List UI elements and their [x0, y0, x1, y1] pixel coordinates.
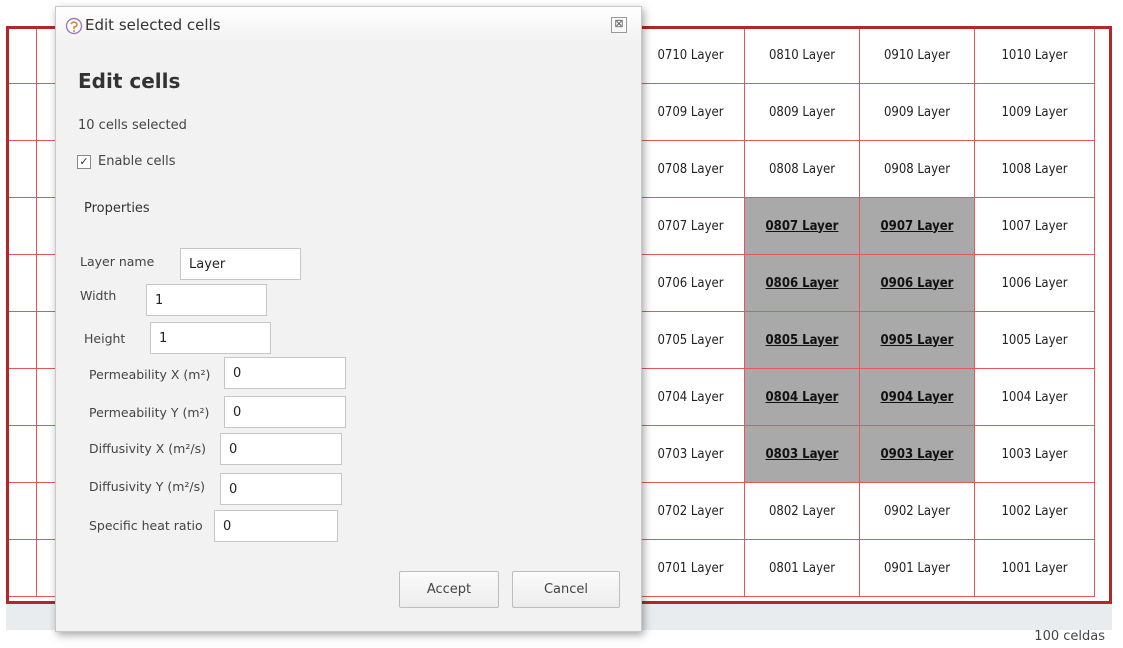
- grid-cell[interactable]: 0906 Layer: [859, 254, 975, 312]
- diffusivity-y-label: Diffusivity Y (m²/s): [89, 479, 206, 494]
- permeability-y-input[interactable]: [224, 396, 346, 428]
- grid-cell[interactable]: 0706 Layer: [636, 254, 745, 312]
- grid-cell[interactable]: 1007 Layer: [974, 197, 1095, 255]
- grid-cell[interactable]: 1010 Layer: [974, 29, 1095, 84]
- grid-cell[interactable]: 0708 Layer: [636, 140, 745, 198]
- dialog-title: Edit selected cells: [85, 16, 221, 34]
- enable-cells-checkbox[interactable]: ✓: [77, 155, 91, 169]
- permeability-y-label: Permeability Y (m²): [89, 405, 210, 420]
- accept-button[interactable]: Accept: [399, 571, 499, 608]
- grid-cell[interactable]: 0804 Layer: [744, 368, 860, 426]
- grid-cell[interactable]: 0908 Layer: [859, 140, 975, 198]
- grid-cell[interactable]: [9, 539, 37, 597]
- enable-cells-label[interactable]: Enable cells: [98, 154, 176, 169]
- grid-cell[interactable]: 0703 Layer: [636, 425, 745, 483]
- grid-cell[interactable]: 0802 Layer: [744, 482, 860, 540]
- grid-cell[interactable]: 0808 Layer: [744, 140, 860, 198]
- grid-cell[interactable]: [9, 425, 37, 483]
- dialog-titlebar[interactable]: Edit selected cells ⊠: [56, 7, 641, 45]
- grid-cell[interactable]: 0701 Layer: [636, 539, 745, 597]
- grid-cell[interactable]: 0901 Layer: [859, 539, 975, 597]
- grid-cell[interactable]: 0704 Layer: [636, 368, 745, 426]
- grid-cell[interactable]: 1002 Layer: [974, 482, 1095, 540]
- grid-cell[interactable]: [9, 83, 37, 141]
- layer-name-label: Layer name: [80, 254, 155, 269]
- height-input[interactable]: [150, 322, 271, 354]
- width-label: Width: [80, 288, 117, 303]
- cancel-button[interactable]: Cancel: [512, 571, 620, 608]
- grid-cell[interactable]: [9, 368, 37, 426]
- diffusivity-x-input[interactable]: [220, 433, 342, 465]
- grid-cell[interactable]: 0705 Layer: [636, 311, 745, 369]
- grid-cell[interactable]: [9, 311, 37, 369]
- width-input[interactable]: [146, 284, 267, 316]
- grid-cell[interactable]: 0806 Layer: [744, 254, 860, 312]
- close-icon[interactable]: ⊠: [611, 17, 627, 33]
- grid-cell[interactable]: 0910 Layer: [859, 29, 975, 84]
- grid-cell[interactable]: [9, 482, 37, 540]
- grid-cell[interactable]: 1006 Layer: [974, 254, 1095, 312]
- diffusivity-x-label: Diffusivity X (m²/s): [89, 441, 206, 456]
- grid-cell[interactable]: 0810 Layer: [744, 29, 860, 84]
- grid-cell[interactable]: [9, 197, 37, 255]
- grid-cell[interactable]: 0809 Layer: [744, 83, 860, 141]
- grid-cell[interactable]: [9, 29, 37, 84]
- grid-cell[interactable]: 0904 Layer: [859, 368, 975, 426]
- grid-cell[interactable]: 0710 Layer: [636, 29, 745, 84]
- diffusivity-y-input[interactable]: [220, 473, 342, 505]
- grid-cell[interactable]: 0709 Layer: [636, 83, 745, 141]
- grid-cell[interactable]: [9, 254, 37, 312]
- grid-cell[interactable]: 1003 Layer: [974, 425, 1095, 483]
- cell-count-label: 100 celdas: [1034, 629, 1105, 644]
- grid-cell[interactable]: 0807 Layer: [744, 197, 860, 255]
- grid-cell[interactable]: 0909 Layer: [859, 83, 975, 141]
- height-label: Height: [84, 331, 126, 346]
- grid-cell[interactable]: 1005 Layer: [974, 311, 1095, 369]
- selection-summary: 10 cells selected: [78, 118, 187, 133]
- grid-cell[interactable]: [9, 140, 37, 198]
- grid-cell[interactable]: 0902 Layer: [859, 482, 975, 540]
- layer-name-input[interactable]: [180, 248, 301, 280]
- grid-cell[interactable]: 1009 Layer: [974, 83, 1095, 141]
- specific-heat-label: Specific heat ratio: [89, 518, 203, 533]
- dialog-heading: Edit cells: [78, 69, 181, 93]
- properties-section-label: Properties: [84, 201, 150, 216]
- edit-cells-dialog: Edit selected cells ⊠ Edit cells 10 cell…: [55, 6, 642, 632]
- grid-cell[interactable]: 0801 Layer: [744, 539, 860, 597]
- grid-cell[interactable]: 0907 Layer: [859, 197, 975, 255]
- grid-cell[interactable]: 0805 Layer: [744, 311, 860, 369]
- grid-cell[interactable]: 0903 Layer: [859, 425, 975, 483]
- permeability-x-input[interactable]: [224, 357, 346, 389]
- grid-cell[interactable]: 1001 Layer: [974, 539, 1095, 597]
- app-icon: [65, 17, 83, 35]
- grid-cell[interactable]: 1008 Layer: [974, 140, 1095, 198]
- permeability-x-label: Permeability X (m²): [89, 367, 211, 382]
- grid-cell[interactable]: 0803 Layer: [744, 425, 860, 483]
- grid-cell[interactable]: 0702 Layer: [636, 482, 745, 540]
- grid-cell[interactable]: 0905 Layer: [859, 311, 975, 369]
- specific-heat-input[interactable]: [214, 510, 338, 542]
- grid-cell[interactable]: 0707 Layer: [636, 197, 745, 255]
- grid-cell[interactable]: 1004 Layer: [974, 368, 1095, 426]
